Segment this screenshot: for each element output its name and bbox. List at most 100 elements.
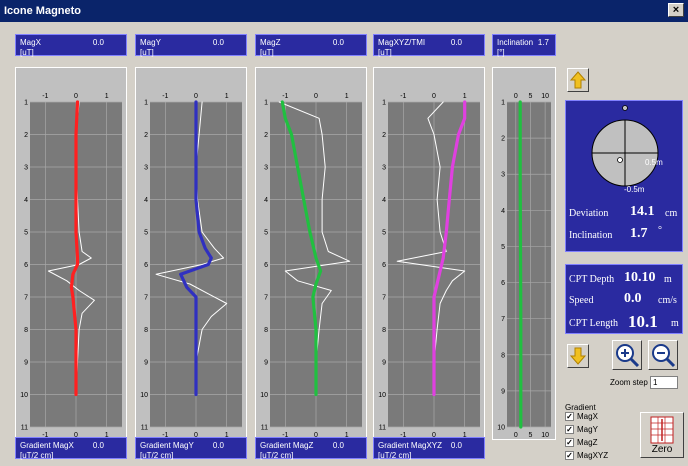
series-line [518,100,523,429]
y-tick-label: 7 [24,295,28,302]
cpt-depth-label: CPT Depth [569,274,615,285]
y-tick-label: 1 [144,100,148,107]
y-tick-label: 2 [264,132,268,139]
zoom-in-button[interactable] [612,340,642,370]
zero-button-label: Zero [651,444,673,455]
y-tick-label: 4 [501,208,505,215]
plot-magx[interactable]: -1 -1 0 0 1 1 1 2 3 4 5 6 7 8 9 10 11 [15,67,127,440]
plot-magxyz[interactable]: -1 -1 0 0 1 1 1 2 3 4 5 6 7 8 9 10 11 [373,67,485,440]
readout-label: Gradient MagY [140,441,194,450]
readout-value: 0.0 [332,38,344,47]
cpt-depth-unit: m [664,274,672,285]
gradient-readout-magz: Gradient MagZ 0.0 [uT/2 cm] [255,437,367,460]
scroll-up-button[interactable] [567,68,589,92]
chart-magx: -1-100111234567891011 [20,93,122,439]
y-tick-label: 11 [261,425,268,432]
plot-magy[interactable]: -1 -1 0 0 1 1 1 2 3 4 5 6 7 8 9 10 11 [135,67,247,440]
y-tick-label: 2 [24,132,28,139]
plot-magz[interactable]: -1 -1 0 0 1 1 1 2 3 4 5 6 7 8 9 10 11 [255,67,367,440]
y-tick-label: 3 [144,165,148,172]
readout-unit: [uT] [20,48,34,57]
y-tick-label: 1 [501,100,505,107]
zoom-step-input[interactable]: 1 [650,376,678,389]
zoom-step-label: Zoom step [610,378,648,387]
scroll-down-button[interactable] [567,344,589,368]
readout-value: 0.0 [92,441,104,450]
speed-value: 0.0 [624,291,642,306]
y-tick-label: 9 [382,360,386,367]
y-tick-label: 7 [501,316,505,323]
speed-unit: cm/s [658,295,677,306]
gradient-checkbox-magxyz[interactable]: ✓ MagXYZ [565,451,608,460]
readout-label: MagXYZ/TMI [378,38,426,47]
gradient-checkbox-magz[interactable]: ✓ MagZ [565,438,597,447]
gradient-checkbox-magx[interactable]: ✓ MagX [565,412,598,421]
y-tick-label: 10 [260,392,268,399]
chart-magxyz: -1-100111234567891011 [378,93,480,439]
zoom-out-button[interactable] [648,340,678,370]
chart-magy: -1-100111234567891011 [140,93,242,439]
y-tick-label: 10 [140,392,148,399]
grid-icon [650,416,674,444]
y-tick-label: 4 [144,197,148,204]
checkbox-check-icon: ✓ [565,412,574,421]
zoom-in-icon [616,344,640,368]
y-tick-label: 6 [144,262,148,269]
y-tick-label: 6 [382,262,386,269]
cpt-length-label: CPT Length [569,318,618,329]
gradient-checkbox-magy[interactable]: ✓ MagY [565,425,598,434]
checkbox-label: MagX [577,412,598,421]
y-tick-label: 5 [501,244,505,251]
y-tick-label: 6 [264,262,268,269]
zero-button[interactable]: Zero [640,412,684,458]
main-panel: MagX 0.0 [uT] MagY 0.0 [uT] MagZ 0.0 [uT… [0,22,688,466]
y-tick-label: 10 [378,392,386,399]
x-tick-label-top: 5 [529,93,533,100]
plot-inclination[interactable]: 0 0 5 5 10 10 1 2 3 4 5 6 7 8 9 10 [492,67,556,440]
zoom-out-icon [652,344,676,368]
close-button[interactable]: × [668,3,684,17]
readout-label: Gradient MagX [20,441,74,450]
x-tick-label-top: -1 [400,93,406,100]
y-tick-label: 10 [20,392,28,399]
x-tick-label-top: 1 [463,93,467,100]
readout-label: MagX [20,38,41,47]
gradient-title: Gradient [565,403,596,412]
checkbox-check-icon: ✓ [565,451,574,460]
ring-label-inner: -0.5m [624,185,645,194]
deviation-label: Deviation [569,208,609,219]
x-tick-label-top: 0 [194,93,198,100]
y-tick-label: 8 [24,327,28,334]
y-tick-label: 8 [382,327,386,334]
checkbox-check-icon: ✓ [565,425,574,434]
deviation-panel: 0.5m -0.5m Deviation 14.1 cm Inclination… [565,100,683,252]
x-tick-label-top: 0 [432,93,436,100]
y-tick-label: 2 [144,132,148,139]
gradient-readout-magy: Gradient MagY 0.0 [uT/2 cm] [135,437,247,460]
speed-label: Speed [569,295,594,306]
y-tick-label: 11 [21,425,28,432]
readout-value: 0.0 [450,38,462,47]
readout-value: 0.0 [212,38,224,47]
gradient-readout-magxyz: Gradient MagXYZ 0.0 [uT/2 cm] [373,437,485,460]
window-title: Icone Magneto [4,5,82,17]
readout-value: 0.0 [92,38,104,47]
y-tick-label: 4 [382,197,386,204]
checkbox-label: MagZ [577,438,598,447]
x-tick-label-bottom: 10 [541,432,549,439]
deviation-value: 14.1 [630,204,655,219]
x-tick-label-top: -1 [282,93,288,100]
readout-label: Inclination [497,38,534,47]
y-tick-label: 4 [24,197,28,204]
y-tick-label: 8 [501,352,505,359]
inclination-value: 1.7 [630,226,648,241]
x-tick-label-bottom: 0 [514,432,518,439]
readout-label: MagY [140,38,161,47]
readout-inclination: Inclination 1.7 [°] [492,34,556,57]
x-tick-label-bottom: 5 [529,432,533,439]
y-tick-label: 5 [264,230,268,237]
y-tick-label: 2 [501,136,505,143]
y-tick-label: 4 [264,197,268,204]
y-tick-label: 1 [24,100,28,107]
y-tick-label: 1 [264,100,268,107]
